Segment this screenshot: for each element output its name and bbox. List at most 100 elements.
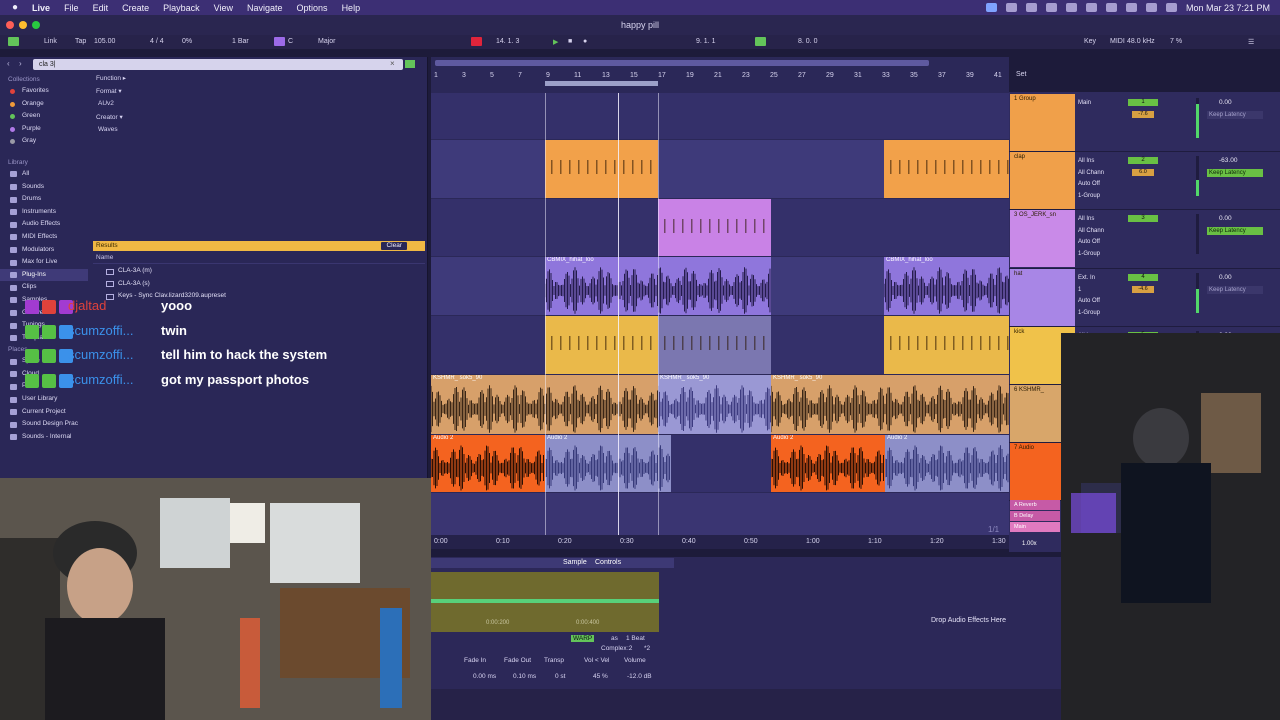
sidebar-item-max-for-live[interactable]: Max for Live bbox=[0, 256, 88, 269]
status-icon-5[interactable] bbox=[1085, 3, 1097, 12]
vol-vel-value[interactable]: 45 % bbox=[593, 673, 608, 680]
sample-display[interactable]: 0:00:200 0:00:400 bbox=[431, 572, 659, 632]
loop-start-field[interactable]: 9. 1. 1 bbox=[696, 38, 715, 45]
keep-latency-button[interactable]: Keep Latency bbox=[1207, 227, 1263, 235]
return-track[interactable]: Main bbox=[1010, 522, 1060, 532]
io-select[interactable]: All Chann bbox=[1078, 226, 1104, 238]
result-item[interactable]: CLA-3A (s) bbox=[93, 278, 425, 291]
filter-format[interactable]: Format ▾ bbox=[96, 87, 122, 95]
io-select[interactable]: All Ins bbox=[1078, 214, 1104, 226]
clip[interactable]: Audio 2 bbox=[545, 435, 671, 492]
io-select[interactable]: 1-Group bbox=[1078, 308, 1100, 320]
close-window-button[interactable] bbox=[6, 21, 14, 29]
time-ruler[interactable]: 0:00 0:10 0:20 0:30 0:40 0:50 1:00 1:10 1:20 1:30 bbox=[431, 535, 1061, 549]
results-column-name[interactable]: Name bbox=[93, 254, 425, 264]
place-item[interactable]: Sounds - Internal bbox=[0, 431, 88, 444]
arrangement-ruler[interactable]: 1 3 5 7 9 11 13 15 17 19 21 23 25 27 29 31 33 35 37 39 41 bbox=[431, 57, 1009, 93]
tab-sample[interactable]: Sample bbox=[563, 559, 587, 566]
half-tempo-button[interactable]: :2 bbox=[627, 645, 632, 652]
volume-db[interactable]: 0.00 bbox=[1219, 274, 1232, 281]
clip[interactable] bbox=[658, 199, 771, 256]
battery-icon[interactable] bbox=[1105, 3, 1117, 12]
track-name[interactable]: clap bbox=[1014, 154, 1025, 160]
link-button[interactable]: Link bbox=[44, 38, 57, 45]
clip[interactable] bbox=[545, 140, 658, 198]
sidebar-item-sounds[interactable]: Sounds bbox=[0, 181, 88, 194]
sidebar-item-plug-ins[interactable]: Plug-Ins bbox=[0, 268, 88, 282]
search-input[interactable] bbox=[33, 59, 403, 70]
scale-icon[interactable] bbox=[274, 37, 285, 46]
menu-file[interactable]: File bbox=[64, 3, 79, 13]
drop-audio-effects-area[interactable]: Drop Audio Effects Here bbox=[931, 617, 1006, 624]
volume-value[interactable]: -12.0 dB bbox=[627, 673, 652, 680]
menu-app-name[interactable]: Live bbox=[32, 3, 50, 13]
tempo-field[interactable]: 105.00 bbox=[94, 38, 115, 45]
io-select[interactable]: 1-Group bbox=[1078, 191, 1104, 203]
clip[interactable]: Audio 2 bbox=[431, 435, 545, 492]
track-name[interactable]: kick bbox=[1014, 329, 1024, 335]
menu-edit[interactable]: Edit bbox=[93, 3, 109, 13]
filter-function[interactable]: Function ▸ bbox=[96, 74, 126, 82]
volume-db[interactable]: -63.00 bbox=[1219, 157, 1237, 164]
filter-waves[interactable]: Waves bbox=[98, 126, 118, 133]
warp-beat-field[interactable]: 1 Beat bbox=[626, 635, 645, 642]
tap-button[interactable]: Tap bbox=[75, 38, 86, 45]
midi-map-button[interactable]: MIDI bbox=[1110, 38, 1125, 45]
pan-value[interactable]: -4.6 bbox=[1132, 286, 1154, 293]
arrangement-record-button[interactable] bbox=[471, 37, 482, 46]
filter-creator[interactable]: Creator ▾ bbox=[96, 113, 123, 121]
stop-icon[interactable]: ■ bbox=[568, 38, 572, 45]
forward-icon[interactable]: › bbox=[19, 59, 22, 68]
track-number-button[interactable]: 3 bbox=[1128, 215, 1158, 222]
sidebar-item-instruments[interactable]: Instruments bbox=[0, 206, 88, 219]
maximize-window-button[interactable] bbox=[32, 21, 40, 29]
apple-icon[interactable]: ● bbox=[12, 2, 18, 13]
transpose-value[interactable]: 0 st bbox=[555, 673, 565, 680]
fade-in-value[interactable]: 0.00 ms bbox=[473, 673, 496, 680]
position-field[interactable]: 14. 1. 3 bbox=[496, 38, 519, 45]
menu-navigate[interactable]: Navigate bbox=[247, 3, 283, 13]
status-icon-4[interactable] bbox=[1065, 3, 1077, 12]
view-toggle-icon[interactable] bbox=[8, 37, 19, 46]
sidebar-item-all[interactable]: All bbox=[0, 168, 88, 181]
filter-toggle-icon[interactable] bbox=[405, 60, 415, 68]
track-number-button[interactable]: 4 bbox=[1128, 274, 1158, 281]
track-number-button[interactable]: 1 bbox=[1128, 99, 1158, 106]
track-name[interactable]: 3 OS_JERK_sn bbox=[1014, 212, 1056, 218]
clip[interactable] bbox=[884, 140, 1009, 198]
menu-create[interactable]: Create bbox=[122, 3, 149, 13]
track-name[interactable]: 7 Audio bbox=[1014, 445, 1034, 451]
key-select[interactable]: C bbox=[288, 38, 293, 45]
warp-mode-select[interactable]: Complex bbox=[601, 645, 627, 652]
volume-db[interactable]: 0.00 bbox=[1219, 99, 1232, 106]
scale-select[interactable]: Major bbox=[318, 38, 336, 45]
clip[interactable]: KSHMR_ sok5_90 bbox=[771, 375, 1009, 434]
keep-latency-button[interactable]: Keep Latency bbox=[1207, 286, 1263, 294]
wifi-icon[interactable] bbox=[1125, 3, 1137, 12]
io-select[interactable]: 1 bbox=[1078, 285, 1100, 297]
quantize-select[interactable]: 1 Bar bbox=[232, 38, 249, 45]
minimize-window-button[interactable] bbox=[19, 21, 27, 29]
io-select[interactable]: Main bbox=[1078, 98, 1091, 110]
key-map-button[interactable]: Key bbox=[1084, 38, 1096, 45]
warp-button[interactable]: WARP bbox=[571, 635, 595, 642]
search-icon[interactable] bbox=[1145, 3, 1157, 12]
collection-favorites[interactable]: Favorites bbox=[0, 85, 88, 98]
clip[interactable]: CBMIX_hihat_loo bbox=[884, 257, 1009, 315]
keep-latency-button[interactable]: Keep Latency bbox=[1207, 169, 1263, 177]
return-track[interactable]: B Delay bbox=[1010, 511, 1060, 521]
track-name[interactable]: 6 KSHMR_ bbox=[1014, 387, 1044, 393]
track-name[interactable]: hat bbox=[1014, 271, 1022, 277]
io-select[interactable]: Auto Off bbox=[1078, 296, 1100, 308]
place-item[interactable]: Current Project bbox=[0, 406, 88, 419]
io-select[interactable]: Auto Off bbox=[1078, 237, 1104, 249]
sidebar-item-modulators[interactable]: Modulators bbox=[0, 244, 88, 257]
track-header[interactable]: clap bbox=[1010, 152, 1075, 209]
pan-value[interactable]: 6.0 bbox=[1132, 169, 1154, 176]
track-header[interactable]: 1 Group bbox=[1010, 94, 1075, 151]
clock[interactable]: Mon Mar 23 7:21 PM bbox=[1186, 3, 1270, 13]
clear-search-icon[interactable]: × bbox=[390, 59, 395, 68]
zoom-level[interactable]: 1.00x bbox=[1022, 541, 1037, 547]
sidebar-item-midi-effects[interactable]: MIDI Effects bbox=[0, 231, 88, 244]
menu-view[interactable]: View bbox=[214, 3, 233, 13]
